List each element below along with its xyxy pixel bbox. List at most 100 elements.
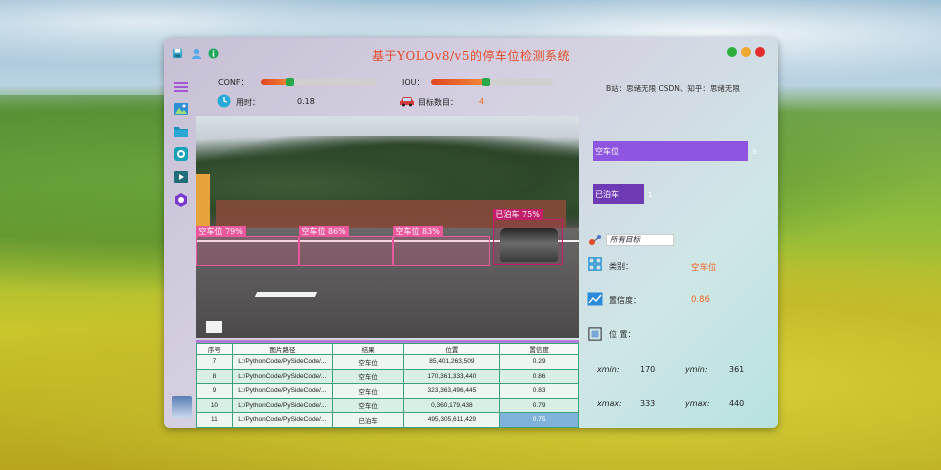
table-cell: 空车位 (331, 383, 405, 399)
open-image-button[interactable] (171, 100, 191, 118)
detection-label: 空车位 79% (196, 226, 246, 237)
class-count-bar: 已泊车 (593, 184, 644, 204)
camera-button[interactable] (171, 145, 191, 163)
position-label: 位 置： (609, 330, 636, 339)
image-icon (174, 103, 188, 115)
ymax-label: ymax: (685, 399, 710, 408)
car-icon (400, 97, 414, 107)
video-icon (174, 171, 188, 183)
table-header: 置信度 (499, 343, 579, 355)
conf-slider[interactable] (261, 78, 376, 86)
ymin-value: 361 (729, 365, 745, 374)
confidence-icon (587, 292, 603, 306)
arrow-marking (254, 292, 318, 297)
detection-box: 空车位 86% (298, 226, 393, 266)
table-cell: L:/PythonCode/PySideCode/... (231, 354, 333, 370)
table-cell: 7 (196, 354, 233, 370)
class-label: 类别： (609, 262, 633, 271)
menu-icon (174, 82, 188, 92)
table-cell: 空车位 (331, 368, 405, 384)
folder-icon (174, 127, 188, 137)
title-bar: 基于YOLOv8/v5的停车位检测系统 (164, 38, 778, 68)
model-icon (175, 193, 187, 207)
xmax-value: 333 (640, 399, 656, 408)
table-cell: 85,401,263,509 (403, 354, 501, 370)
target-icon (589, 235, 601, 245)
class-icon (588, 257, 602, 271)
time-value: 0.18 (297, 97, 315, 106)
detection-label: 空车位 83% (392, 226, 443, 237)
table-cell: 0,360,179,438 (403, 397, 501, 413)
iou-label: IOU： (402, 78, 425, 87)
table-row[interactable]: 7 L:/PythonCode/PySideCode/... 空车位 85,40… (196, 354, 579, 370)
table-cell: 已泊车 (331, 412, 405, 428)
ymin-label: ymin: (685, 365, 708, 374)
sidebar (170, 70, 192, 422)
iou-slider-handle[interactable] (482, 78, 490, 86)
table-row[interactable]: 11 L:/PythonCode/PySideCode/... 已泊车 495,… (196, 412, 579, 428)
table-cell: 323,363,496,445 (403, 383, 501, 399)
detection-box: 空车位 83% (392, 226, 490, 266)
minimize-button[interactable] (741, 47, 751, 57)
menu-button[interactable] (171, 78, 191, 96)
detection-box: 空车位 79% (196, 226, 299, 266)
timer-icon (217, 94, 231, 108)
xmin-label: xmin: (597, 365, 620, 374)
detection-label: 已泊车 75% (492, 209, 543, 220)
table-cell: L:/PythonCode/PySideCode/... (231, 383, 333, 399)
model-button[interactable] (171, 191, 191, 209)
table-row[interactable]: 9 L:/PythonCode/PySideCode/... 空车位 323,3… (196, 383, 579, 399)
table-cell: 495,305,611,429 (403, 412, 501, 428)
target-select[interactable]: 所有目标 (606, 234, 674, 246)
xmin-value: 170 (640, 365, 656, 374)
road-marking (206, 321, 222, 333)
open-folder-button[interactable] (171, 122, 191, 140)
window-title: 基于YOLOv8/v5的停车位检测系统 (372, 49, 570, 63)
count-label: 目标数目： (418, 98, 458, 107)
detection-box: 已泊车 75% (492, 209, 563, 265)
avatar[interactable] (172, 396, 192, 418)
table-header: 结果 (331, 343, 405, 355)
table-cell: 0.75 (499, 412, 579, 428)
table-cell: 9 (196, 383, 233, 399)
table-header: 图片路径 (231, 343, 333, 355)
time-label: 用时： (236, 98, 260, 107)
table-cell: L:/PythonCode/PySideCode/... (231, 397, 333, 413)
table-cell: 8 (196, 368, 233, 384)
class-count-bar: 空车位 (593, 141, 748, 161)
bar-label: 已泊车 (595, 189, 619, 199)
table-cell: L:/PythonCode/PySideCode/... (231, 368, 333, 384)
app-window: 基于YOLOv8/v5的停车位检测系统 CONF： IOU： 用时： 0.18 … (164, 38, 778, 428)
table-row[interactable]: 10 L:/PythonCode/PySideCode/... 空车位 0,36… (196, 397, 579, 413)
class-value: 空车位 (691, 263, 717, 273)
conf-label: CONF： (218, 78, 249, 87)
conf-slider-handle[interactable] (286, 78, 294, 86)
table-row[interactable]: 8 L:/PythonCode/PySideCode/... 空车位 170,3… (196, 368, 579, 384)
table-cell: 空车位 (331, 397, 405, 413)
preview-pillar (196, 174, 210, 234)
table-cell: 空车位 (331, 354, 405, 370)
iou-slider-fill (431, 79, 486, 85)
table-cell: 0.83 (499, 383, 579, 399)
video-button[interactable] (171, 168, 191, 186)
iou-slider[interactable] (431, 78, 553, 86)
table-cell: 11 (196, 412, 233, 428)
confidence-value: 0.86 (691, 295, 710, 305)
table-header: 位置 (403, 343, 501, 355)
table-header: 序号 (196, 343, 233, 355)
bar-label: 空车位 (595, 146, 619, 156)
camera-icon (174, 147, 188, 161)
ymax-value: 440 (729, 399, 745, 408)
table-cell: 0.79 (499, 397, 579, 413)
results-table: 序号 图片路径 结果 位置 置信度 7 L:/PythonCode/PySide… (196, 340, 579, 428)
table-cell: L:/PythonCode/PySideCode/... (231, 412, 333, 428)
author-credit: B站：思绪无限 CSDN、知乎：思绪无限 (606, 84, 740, 93)
close-button[interactable] (755, 47, 765, 57)
table-cell: 10 (196, 397, 233, 413)
xmax-label: xmax: (597, 399, 622, 408)
parked-car (500, 228, 558, 262)
maximize-button[interactable] (727, 47, 737, 57)
bar-count: 1 (648, 191, 653, 199)
detection-label: 空车位 86% (298, 226, 349, 237)
table-cell: 170,361,333,440 (403, 368, 501, 384)
